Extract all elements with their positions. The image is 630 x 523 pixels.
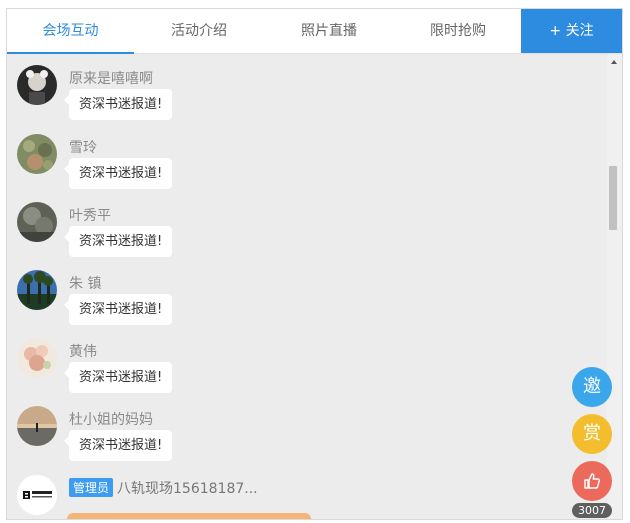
message-bubble: 资深书迷报道! xyxy=(63,362,173,393)
scrollbar-thumb[interactable] xyxy=(609,166,617,230)
like-button[interactable] xyxy=(572,461,612,501)
sender-name: 朱 镇 xyxy=(69,276,102,292)
tab-bar: 会场互动 活动介绍 照片直播 限时抢购 + 关注 xyxy=(7,9,622,54)
avatar[interactable] xyxy=(17,270,57,310)
chat-message: 杜小姐的妈妈 资深书迷报道! xyxy=(17,406,577,472)
chat-feed[interactable]: 原来是嘻嘻啊 资深书迷报道! 雪玲 资深书迷报道! 叶秀平 资深书迷报道! 朱 … xyxy=(7,54,609,519)
follow-button[interactable]: + 关注 xyxy=(521,9,622,53)
chat-message: 黄伟 资深书迷报道! xyxy=(17,338,577,404)
sender-name: 雪玲 xyxy=(69,140,97,156)
message-bubble: 资深书迷报道! xyxy=(63,294,173,325)
promo-card[interactable] xyxy=(67,513,311,519)
scroll-up-arrow-icon[interactable] xyxy=(611,60,617,64)
avatar[interactable] xyxy=(17,65,57,105)
invite-button[interactable]: 邀 xyxy=(572,367,612,407)
chat-message: 原来是嘻嘻啊 资深书迷报道! xyxy=(17,65,577,131)
message-bubble: 资深书迷报道! xyxy=(63,158,173,189)
message-bubble: 资深书迷报道! xyxy=(63,226,173,257)
tab-photo-live[interactable]: 照片直播 xyxy=(264,9,394,53)
avatar[interactable] xyxy=(17,134,57,174)
scrollbar[interactable] xyxy=(607,54,622,519)
sender-name: 杜小姐的妈妈 xyxy=(69,412,153,428)
sender-name: 原来是嘻嘻啊 xyxy=(69,71,153,87)
sender-name: 黄伟 xyxy=(69,344,97,360)
like-count-badge: 3007 xyxy=(572,503,612,518)
chat-message: 叶秀平 资深书迷报道! xyxy=(17,202,577,268)
admin-name-line: 管理员 八轨现场15618187... xyxy=(69,478,258,498)
tab-interaction[interactable]: 会场互动 xyxy=(7,9,134,54)
message-bubble: 资深书迷报道! xyxy=(63,89,173,120)
chat-message: 雪玲 资深书迷报道! xyxy=(17,134,577,200)
avatar[interactable] xyxy=(17,338,57,378)
admin-badge: 管理员 xyxy=(69,478,114,497)
avatar[interactable] xyxy=(17,202,57,242)
sender-name: 八轨现场15618187... xyxy=(117,481,258,497)
tab-intro[interactable]: 活动介绍 xyxy=(134,9,264,53)
app-frame: 会场互动 活动介绍 照片直播 限时抢购 + 关注 原来是嘻嘻啊 资深书迷报道! … xyxy=(6,8,623,520)
message-bubble: 资深书迷报道! xyxy=(63,430,173,461)
chat-message: 朱 镇 资深书迷报道! xyxy=(17,270,577,336)
avatar[interactable] xyxy=(17,475,57,515)
reward-button[interactable]: 赏 xyxy=(572,414,612,454)
avatar[interactable] xyxy=(17,406,57,446)
tab-flash-sale[interactable]: 限时抢购 xyxy=(394,9,522,53)
sender-name: 叶秀平 xyxy=(69,208,111,224)
thumbs-up-icon xyxy=(584,473,600,489)
